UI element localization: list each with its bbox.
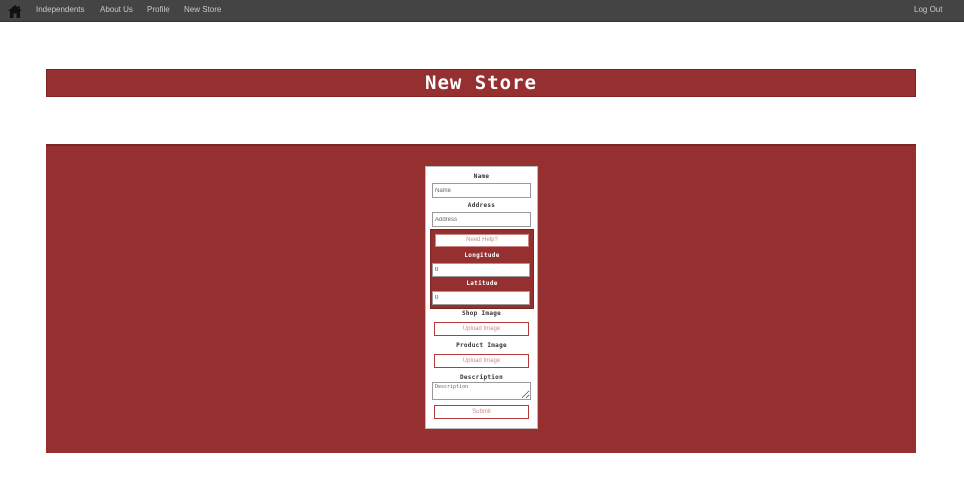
need-help-button[interactable]: Need Help? — [435, 234, 529, 247]
nav-link-independents[interactable]: Independents — [36, 5, 85, 14]
logout-link[interactable]: Log Out — [914, 5, 942, 14]
longitude-label: Longitude — [464, 252, 500, 259]
latitude-input[interactable] — [432, 291, 530, 305]
top-navbar: Independents About Us Profile New Store … — [0, 0, 964, 22]
description-label: Description — [459, 374, 504, 381]
page-title: New Store — [425, 72, 537, 94]
longitude-input[interactable] — [432, 263, 530, 277]
latitude-label: Latitude — [466, 280, 498, 287]
product-image-label: Product Image — [456, 342, 507, 349]
address-label: Address — [467, 202, 496, 209]
page-title-banner: New Store — [46, 69, 916, 97]
product-image-upload-button[interactable]: Upload Image — [434, 354, 529, 368]
nav-link-about-us[interactable]: About Us — [100, 5, 133, 14]
location-box: Need Help? Longitude Latitude — [430, 229, 534, 309]
nav-link-profile[interactable]: Profile — [147, 5, 170, 14]
name-input[interactable] — [432, 183, 531, 198]
shop-image-upload-button[interactable]: Upload Image — [434, 322, 529, 336]
description-textarea[interactable] — [432, 382, 531, 400]
home-icon[interactable] — [8, 5, 22, 18]
nav-link-new-store[interactable]: New Store — [184, 5, 221, 14]
address-input[interactable] — [432, 212, 531, 227]
submit-button[interactable]: Submit — [434, 405, 529, 419]
shop-image-label: Shop Image — [461, 310, 502, 317]
new-store-form: Name Address Need Help? Longitude Latitu… — [425, 166, 538, 429]
name-label: Name — [473, 173, 490, 180]
